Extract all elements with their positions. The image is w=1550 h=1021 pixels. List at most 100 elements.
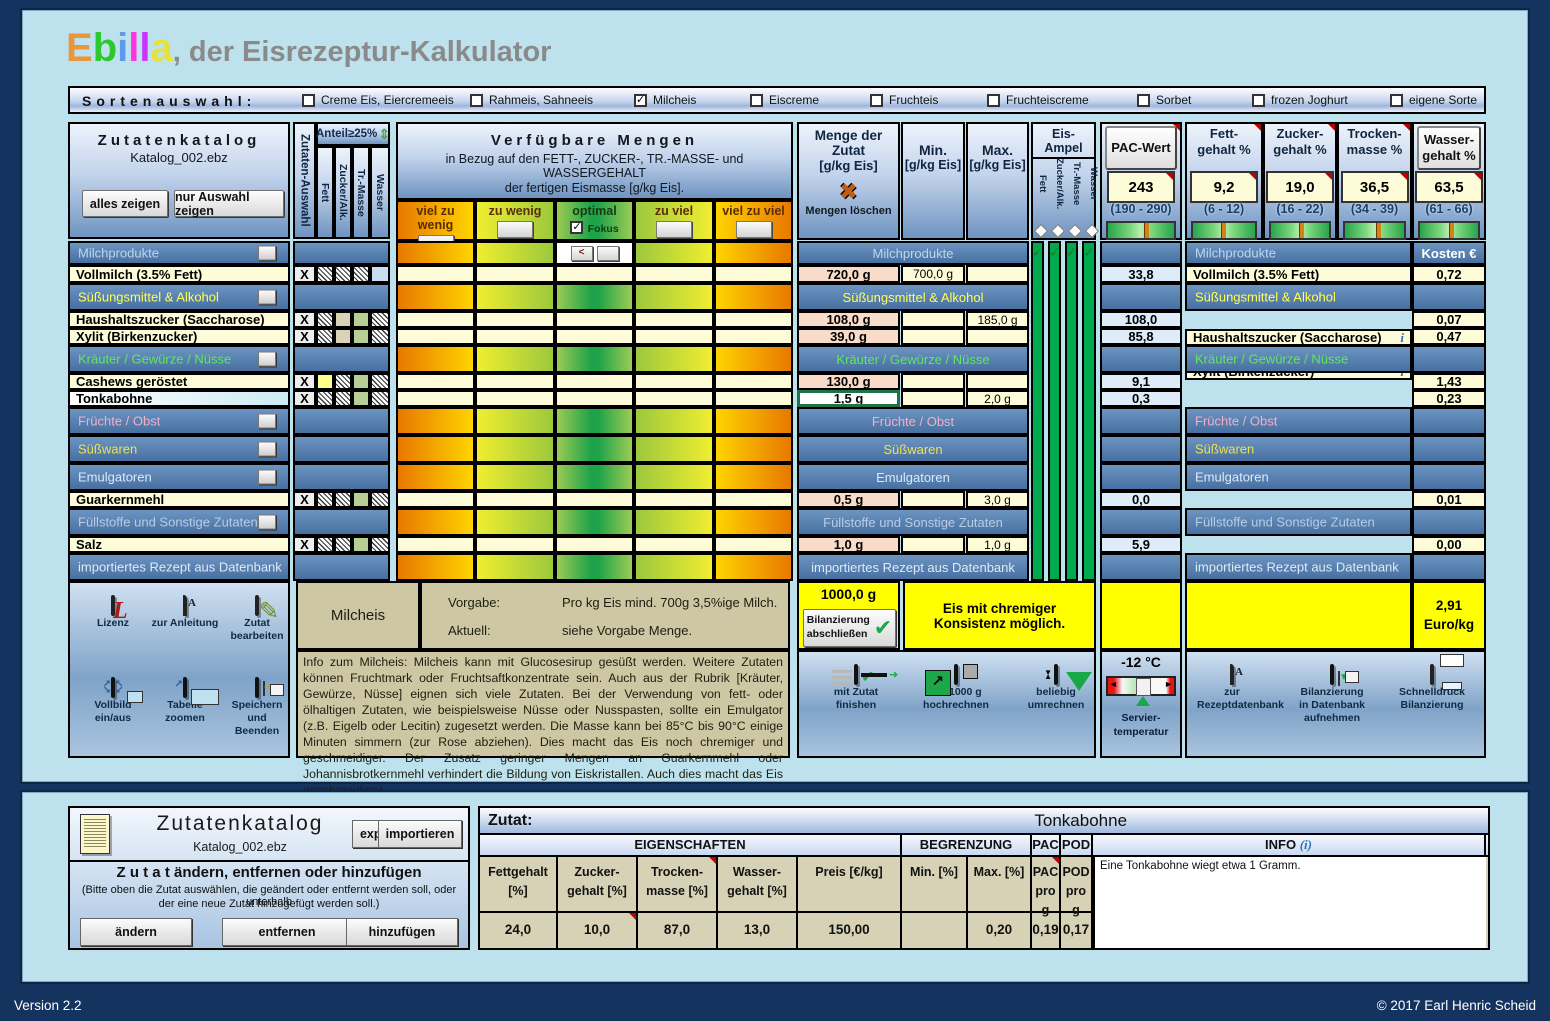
- detail-value-cell[interactable]: 13,0: [718, 913, 798, 948]
- min-cell[interactable]: [901, 536, 965, 553]
- fokus-checkbox[interactable]: ✓: [570, 221, 583, 234]
- max-cell[interactable]: 3,0 g: [966, 491, 1029, 508]
- max-cell[interactable]: 185,0 g: [966, 311, 1029, 328]
- show-all-button[interactable]: alles zeigen: [82, 190, 168, 217]
- detail-value-cell[interactable]: 24,0: [480, 913, 558, 948]
- hinzufuegen-button[interactable]: hinzufügen: [346, 918, 458, 946]
- tool-umrechnen[interactable]: ▼▲beliebig umrechnen: [1021, 666, 1091, 712]
- max-cell[interactable]: 1,0 g: [966, 536, 1029, 553]
- ingredient-name[interactable]: Tonkabohne: [68, 390, 290, 407]
- sorte-option[interactable]: ✓ Milcheis: [634, 93, 696, 107]
- metric-header-button-wasser[interactable]: Wasser- gehalt %: [1417, 126, 1481, 170]
- menge-cell[interactable]: 720,0 g: [797, 265, 900, 283]
- mid-button[interactable]: [597, 246, 619, 261]
- info-icon[interactable]: i: [1400, 330, 1404, 346]
- slider-left-arrow-icon[interactable]: ◄: [1109, 679, 1118, 689]
- ingredient-selected-x[interactable]: X: [293, 311, 316, 328]
- clear-quantities-label[interactable]: Mengen löschen: [799, 205, 898, 217]
- ingredient-name[interactable]: Guarkernmehl: [68, 491, 290, 508]
- sorte-checkbox[interactable]: [1390, 94, 1403, 107]
- detail-value-cell[interactable]: 0,20: [968, 913, 1032, 948]
- min-cell[interactable]: [901, 311, 965, 328]
- zone-button[interactable]: [736, 221, 772, 238]
- ingredient-name[interactable]: Xylit (Birkenzucker): [68, 328, 290, 345]
- category-row[interactable]: Süßwaren: [68, 435, 290, 463]
- sorte-option[interactable]: Fruchteiscreme: [987, 93, 1089, 107]
- metric-header-button-pac[interactable]: PAC-Wert: [1105, 126, 1177, 170]
- detail-value-cell[interactable]: 10,0: [558, 913, 638, 948]
- category-toggle-button[interactable]: [258, 442, 276, 457]
- category-row[interactable]: Emulgatoren: [68, 463, 290, 491]
- tool-finishen[interactable]: ✔➜mit Zutat finishen: [821, 666, 891, 712]
- import-button[interactable]: importieren: [378, 820, 462, 848]
- sorte-option[interactable]: Eiscreme: [750, 93, 819, 107]
- category-row[interactable]: importiertes Rezept aus Datenbank: [68, 553, 290, 581]
- aendern-button[interactable]: ändern: [80, 918, 192, 946]
- max-cell[interactable]: 2,0 g: [966, 390, 1029, 407]
- entfernen-button[interactable]: entfernen: [222, 918, 352, 946]
- ingredient-name[interactable]: Salz: [68, 536, 290, 553]
- sorte-option[interactable]: Creme Eis, Eiercremeeis: [302, 93, 454, 107]
- ingredient-selected-x[interactable]: X: [293, 491, 316, 508]
- max-cell[interactable]: [966, 265, 1029, 283]
- ingredient-selected-x[interactable]: X: [293, 328, 316, 345]
- menge-cell[interactable]: 39,0 g: [797, 328, 900, 345]
- detail-value-cell[interactable]: 87,0: [638, 913, 718, 948]
- ingredient-name[interactable]: Cashews geröstet: [68, 373, 290, 390]
- category-toggle-button[interactable]: [258, 352, 276, 367]
- category-row[interactable]: Füllstoffe und Sonstige Zutaten: [68, 508, 290, 536]
- sorte-option[interactable]: eigene Sorte: [1390, 93, 1477, 107]
- detail-value-cell[interactable]: 0,19: [1032, 913, 1061, 948]
- slider-thumb[interactable]: [1136, 678, 1151, 696]
- ingredient-selected-x[interactable]: X: [293, 536, 316, 553]
- max-cell[interactable]: [966, 373, 1029, 390]
- ingredient-name[interactable]: Vollmilch (3.5% Fett): [68, 265, 290, 283]
- sorte-option[interactable]: Sorbet: [1137, 93, 1191, 107]
- tool-hochrechnen[interactable]: ↗auf 1000 g hochrechnen: [921, 666, 991, 712]
- sorte-option[interactable]: Rahmeis, Sahneeis: [470, 93, 593, 107]
- tool-lizenz[interactable]: LLizenz: [78, 597, 148, 630]
- menge-cell[interactable]: 1,5 g: [797, 390, 900, 407]
- tool-bilanz-db[interactable]: ▼Bilanzierung in Datenbank aufnehmen: [1297, 666, 1367, 725]
- category-row[interactable]: Milchprodukte: [68, 241, 290, 265]
- category-row[interactable]: Früchte / Obst: [68, 407, 290, 435]
- menge-cell[interactable]: 130,0 g: [797, 373, 900, 390]
- menge-cell[interactable]: 0,5 g: [797, 491, 900, 508]
- ingredient-selected-x[interactable]: X: [293, 265, 316, 283]
- slider-right-arrow-icon[interactable]: ►: [1164, 679, 1173, 689]
- zone-button[interactable]: [656, 221, 692, 238]
- sorte-option[interactable]: frozen Joghurt: [1252, 93, 1348, 107]
- clear-quantities-icon[interactable]: ✖: [799, 179, 898, 205]
- min-cell[interactable]: [901, 328, 965, 345]
- ingredient-selected-x[interactable]: X: [293, 390, 316, 407]
- max-cell[interactable]: [966, 328, 1029, 345]
- ingredient-selected-x[interactable]: X: [293, 373, 316, 390]
- sorte-checkbox[interactable]: [987, 94, 1000, 107]
- show-selection-button[interactable]: nur Auswahl zeigen: [174, 190, 284, 217]
- sorte-checkbox[interactable]: [302, 94, 315, 107]
- tool-druck[interactable]: Schnelldruck Bilanzierung: [1397, 666, 1467, 712]
- min-cell[interactable]: [901, 491, 965, 508]
- ingredient-name[interactable]: Haushaltszucker (Saccharose): [68, 311, 290, 328]
- menge-cell[interactable]: 108,0 g: [797, 311, 900, 328]
- min-cell[interactable]: [901, 390, 965, 407]
- category-toggle-button[interactable]: [258, 246, 276, 261]
- sorte-checkbox[interactable]: ✓: [634, 94, 647, 107]
- bilanzierung-button[interactable]: Bilanzierung abschließen ✔: [803, 609, 896, 647]
- sorte-option[interactable]: Fruchteis: [870, 93, 938, 107]
- menge-cell[interactable]: 1,0 g: [797, 536, 900, 553]
- tool-zutat-bearbeiten[interactable]: ✎Zutat bearbeiten: [222, 597, 292, 643]
- tool-anleitung[interactable]: Azur Anleitung: [150, 597, 220, 630]
- sorte-checkbox[interactable]: [750, 94, 763, 107]
- tool-vollbild[interactable]: ↖↗↙↘Vollbild ein/aus: [78, 679, 148, 725]
- zone-button[interactable]: [497, 221, 533, 238]
- category-toggle-button[interactable]: [258, 470, 276, 485]
- tool-tabelle-zoomen[interactable]: ↗Tabelle zoomen: [150, 679, 220, 725]
- category-row[interactable]: Süßungsmittel & Alkohol: [68, 283, 290, 311]
- sorte-checkbox[interactable]: [1137, 94, 1150, 107]
- category-toggle-button[interactable]: [258, 414, 276, 429]
- min-cell[interactable]: [901, 373, 965, 390]
- sorte-checkbox[interactable]: [470, 94, 483, 107]
- min-cell[interactable]: 700,0 g: [901, 265, 965, 283]
- category-toggle-button[interactable]: [258, 515, 276, 530]
